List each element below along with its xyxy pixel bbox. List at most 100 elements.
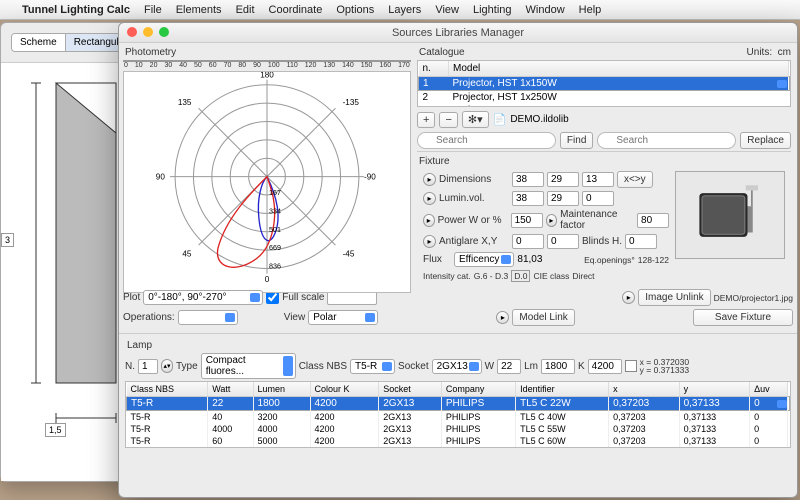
sources-libraries-window: Sources Libraries Manager Photometry 010… (118, 22, 798, 498)
lamp-w[interactable] (497, 359, 521, 374)
model-link-toggle[interactable]: ▸ (496, 311, 509, 324)
lamp-lm[interactable] (541, 359, 575, 374)
step-antiglare[interactable]: ▸ (423, 235, 436, 248)
intensity-gradient (123, 60, 411, 62)
operations-select[interactable] (178, 310, 238, 325)
replace-input[interactable] (597, 132, 736, 149)
lamp-row: T5-R60500042002GX13PHILIPSTL5 C 60W0,372… (127, 435, 790, 447)
menu-layers[interactable]: Layers (388, 4, 421, 16)
dim-x[interactable] (512, 172, 544, 187)
plot-range-select[interactable]: 0°-180°, 90°-270° (143, 290, 263, 305)
lamp-class-select[interactable]: T5-R (350, 359, 395, 374)
lumvol-y[interactable] (547, 191, 579, 206)
units-label: Units: (747, 47, 773, 58)
dim-z[interactable] (582, 172, 614, 187)
d-value: D.0 (511, 270, 530, 282)
menu-view[interactable]: View (435, 4, 459, 16)
dim-width[interactable]: 1,5 (45, 423, 66, 437)
lamp-n-label: N. (125, 361, 135, 372)
find-button[interactable]: Find (560, 132, 593, 149)
antiglare-label: Antiglare X,Y (439, 236, 509, 247)
svg-text:-45: -45 (343, 249, 355, 258)
n-stepper[interactable]: ▴▾ (161, 359, 173, 373)
lamp-table[interactable]: Class NBSWattLumenColour KSocketCompanyI… (125, 381, 791, 448)
model-link-button[interactable]: Model Link (512, 309, 574, 326)
lamp-k[interactable] (588, 359, 622, 374)
lamp-label: Lamp (127, 340, 152, 351)
fixture-image[interactable] (675, 171, 785, 259)
catalogue-label: Catalogue (419, 47, 465, 58)
menu-file[interactable]: File (144, 4, 162, 16)
lamp-type-label: Type (176, 361, 198, 372)
lumvol-z[interactable] (582, 191, 614, 206)
swap-xy-button[interactable]: x<>y (617, 171, 653, 188)
add-button[interactable]: + (417, 112, 435, 128)
catalogue-row: 3Projector, HST 1x400W (419, 104, 790, 107)
catalogue-row: 1Projector, HST 1x150W (419, 77, 790, 91)
menu-elements[interactable]: Elements (176, 4, 222, 16)
image-unlink-button[interactable]: Image Unlink (638, 289, 710, 306)
svg-text:180: 180 (260, 72, 274, 80)
save-fixture-button[interactable]: Save Fixture (693, 309, 793, 326)
menu-options[interactable]: Options (336, 4, 374, 16)
zoom-icon[interactable] (159, 27, 169, 37)
view-select[interactable]: Polar (308, 310, 378, 325)
menu-help[interactable]: Help (579, 4, 602, 16)
replace-button[interactable]: Replace (740, 132, 791, 149)
app-name[interactable]: Tunnel Lighting Calc (22, 4, 130, 16)
library-file: DEMO.ildolib (510, 114, 568, 125)
menu-edit[interactable]: Edit (236, 4, 255, 16)
lamp-type-select[interactable]: Compact fluores... (201, 353, 296, 379)
lamp-row: T5-R4000400042002GX13PHILIPSTL5 C 55W0,3… (127, 423, 790, 435)
minimize-icon[interactable] (143, 27, 153, 37)
col-n[interactable]: n. (419, 61, 449, 77)
menu-coordinate[interactable]: Coordinate (269, 4, 323, 16)
power-input[interactable] (511, 213, 543, 228)
svg-text:-135: -135 (343, 98, 360, 107)
lamp-n[interactable] (138, 359, 158, 374)
close-icon[interactable] (127, 27, 137, 37)
dim-height[interactable]: 3 (1, 233, 14, 247)
catalogue-row: 2Projector, HST 1x250W (419, 91, 790, 105)
step-dimensions[interactable]: ▸ (423, 173, 436, 186)
antiglare-y[interactable] (547, 234, 579, 249)
eqopen-value: 128-122 (638, 255, 669, 265)
step-power[interactable]: ▸ (423, 214, 435, 227)
flux-select[interactable]: Efficency (454, 252, 514, 267)
antiglare-x[interactable] (512, 234, 544, 249)
maint-input[interactable] (637, 213, 669, 228)
search-input[interactable] (417, 132, 556, 149)
maint-label: Maintenance factor (560, 209, 634, 231)
lamp-socket-label: Socket (398, 361, 429, 372)
col-model[interactable]: Model (449, 61, 789, 77)
polar-plot[interactable]: 180 135 -135 90 -90 45 -45 0 167 334 501… (123, 71, 411, 293)
lamp-lm-label: Lm (524, 361, 538, 372)
image-path: DEMO/projector1.jpg (714, 293, 793, 303)
tab-scheme[interactable]: Scheme (12, 34, 66, 51)
lamp-socket-select[interactable]: 2GX13 (432, 359, 482, 374)
svg-text:501: 501 (269, 226, 281, 234)
menu-lighting[interactable]: Lighting (473, 4, 512, 16)
blinds-input[interactable] (625, 234, 657, 249)
lumvol-x[interactable] (512, 191, 544, 206)
luminvol-label: Lumin.vol. (439, 193, 509, 204)
view-label: View (284, 312, 306, 323)
catalogue-table[interactable]: n.Model 1Projector, HST 1x150W 2Projecto… (417, 60, 791, 107)
dim-y[interactable] (547, 172, 579, 187)
image-unlink-toggle[interactable]: ▸ (622, 291, 635, 304)
gradient-ticks: 0102030405060708090100110120130140150160… (123, 62, 411, 69)
step-maint[interactable]: ▸ (546, 214, 558, 227)
window-titlebar[interactable]: Sources Libraries Manager (119, 23, 797, 43)
remove-button[interactable]: − (439, 112, 457, 128)
cie-label: CIE class (533, 271, 569, 281)
menu-window[interactable]: Window (526, 4, 565, 16)
cie-value: Direct (572, 271, 594, 281)
color-swatch[interactable] (625, 360, 637, 372)
svg-text:-90: -90 (364, 173, 376, 182)
svg-text:45: 45 (182, 249, 192, 258)
settings-button[interactable]: ✻▾ (462, 111, 489, 128)
svg-text:669: 669 (269, 244, 281, 252)
document-icon: 📄 (493, 113, 507, 126)
lamp-row: T5-R40320042002GX13PHILIPSTL5 C 40W0,372… (127, 411, 790, 424)
step-luminvol[interactable]: ▸ (423, 192, 436, 205)
